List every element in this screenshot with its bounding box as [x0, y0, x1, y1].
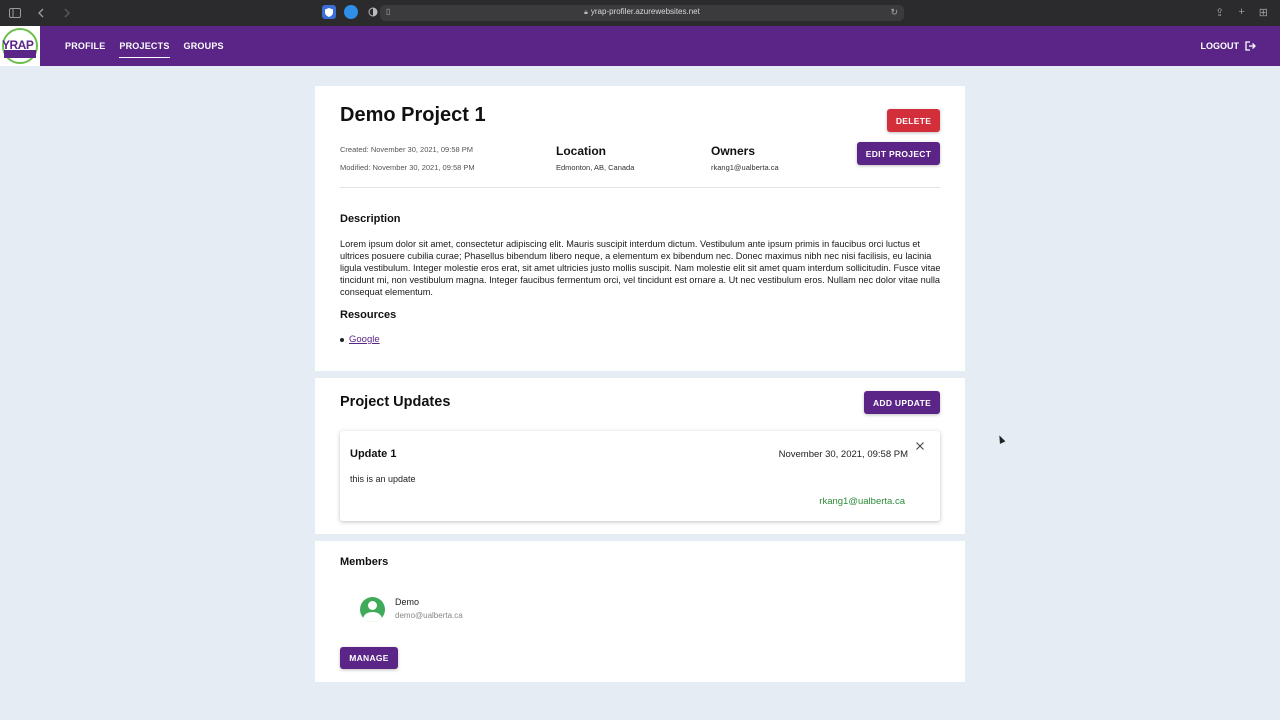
project-title: Demo Project 1 — [340, 104, 486, 126]
privacy-extension-icon[interactable] — [366, 5, 380, 19]
manage-button[interactable]: MANAGE — [340, 647, 398, 669]
share-icon[interactable]: ⇪ — [1215, 6, 1224, 19]
shield-extension-icon[interactable] — [322, 5, 336, 19]
main-nav: PROFILE PROJECTS GROUPS — [58, 26, 231, 66]
delete-button[interactable]: DELETE — [887, 109, 940, 132]
close-icon[interactable] — [916, 441, 924, 453]
mouse-cursor-icon — [996, 434, 1006, 444]
member-name: Demo — [395, 597, 420, 607]
resource-link-google[interactable]: Google — [349, 334, 380, 345]
list-bullet — [340, 337, 344, 342]
logo-text: YRAP — [2, 38, 34, 52]
update-item: Update 1 November 30, 2021, 09:58 PM thi… — [340, 431, 940, 521]
app-bar: YRAP PROFILE PROJECTS GROUPS LOGOUT — [0, 26, 1280, 66]
nav-groups[interactable]: GROUPS — [177, 26, 231, 66]
location-value: Edmonton, AB, Canada — [556, 163, 635, 172]
back-icon[interactable] — [34, 6, 48, 20]
members-card: Members Demo demo@ualberta.ca MANAGE — [315, 541, 965, 682]
reload-icon[interactable]: ↻ — [890, 7, 898, 18]
details-divider — [340, 187, 940, 188]
url-value: yrap-profiler.azurewebsites.net — [590, 7, 700, 16]
logout-label: LOGOUT — [1200, 41, 1240, 51]
resources-heading: Resources — [340, 309, 397, 321]
member-item: Demo demo@ualberta.ca — [360, 597, 463, 622]
members-title: Members — [340, 556, 389, 568]
extension-icon[interactable] — [344, 5, 358, 19]
project-updates-card: Project Updates ADD UPDATE Update 1 Nove… — [315, 378, 965, 534]
modified-date: Modified: November 30, 2021, 09:58 PM — [340, 163, 475, 172]
update-body: this is an update — [350, 474, 416, 484]
nav-profile[interactable]: PROFILE — [58, 26, 112, 66]
logout-button[interactable]: LOGOUT — [1201, 26, 1257, 66]
address-bar[interactable]: ▯ 🔒︎ yrap-profiler.azurewebsites.net ↻ — [380, 5, 904, 21]
location-heading: Location — [556, 144, 606, 158]
browser-toolbar: ▯ 🔒︎ yrap-profiler.azurewebsites.net ↻ ⇪ … — [0, 0, 1280, 26]
owners-heading: Owners — [711, 144, 756, 158]
update-author: rkang1@ualberta.ca — [819, 496, 905, 507]
lock-icon: 🔒︎ — [584, 9, 588, 16]
member-email: demo@ualberta.ca — [395, 611, 463, 620]
tab-overview-icon[interactable]: ⊞ — [1259, 6, 1268, 19]
sidebar-toggle-icon[interactable] — [8, 6, 22, 20]
forward-icon[interactable] — [60, 6, 74, 20]
resource-list: Google — [340, 334, 380, 345]
add-update-button[interactable]: ADD UPDATE — [864, 391, 940, 414]
browser-extensions — [322, 5, 380, 19]
created-date: Created: November 30, 2021, 09:58 PM — [340, 145, 473, 154]
update-date: November 30, 2021, 09:58 PM — [778, 449, 908, 460]
description-heading: Description — [340, 213, 401, 225]
browser-nav-controls — [8, 6, 74, 20]
new-tab-icon[interactable]: + — [1238, 6, 1244, 19]
description-text: Lorem ipsum dolor sit amet, consectetur … — [340, 239, 941, 297]
updates-title: Project Updates — [340, 394, 451, 410]
browser-actions: ⇪ + ⊞ — [1215, 6, 1268, 19]
update-title: Update 1 — [350, 448, 397, 460]
owners-value: rkang1@ualberta.ca — [711, 163, 779, 172]
edit-project-button[interactable]: EDIT PROJECT — [857, 142, 940, 165]
logout-icon — [1245, 41, 1256, 51]
nav-projects[interactable]: PROJECTS — [112, 26, 176, 66]
app-logo[interactable]: YRAP — [0, 26, 40, 66]
project-details-card: Demo Project 1 DELETE EDIT PROJECT Creat… — [315, 86, 965, 371]
avatar-icon — [360, 597, 385, 622]
url-text: 🔒︎ yrap-profiler.azurewebsites.net — [380, 7, 904, 17]
